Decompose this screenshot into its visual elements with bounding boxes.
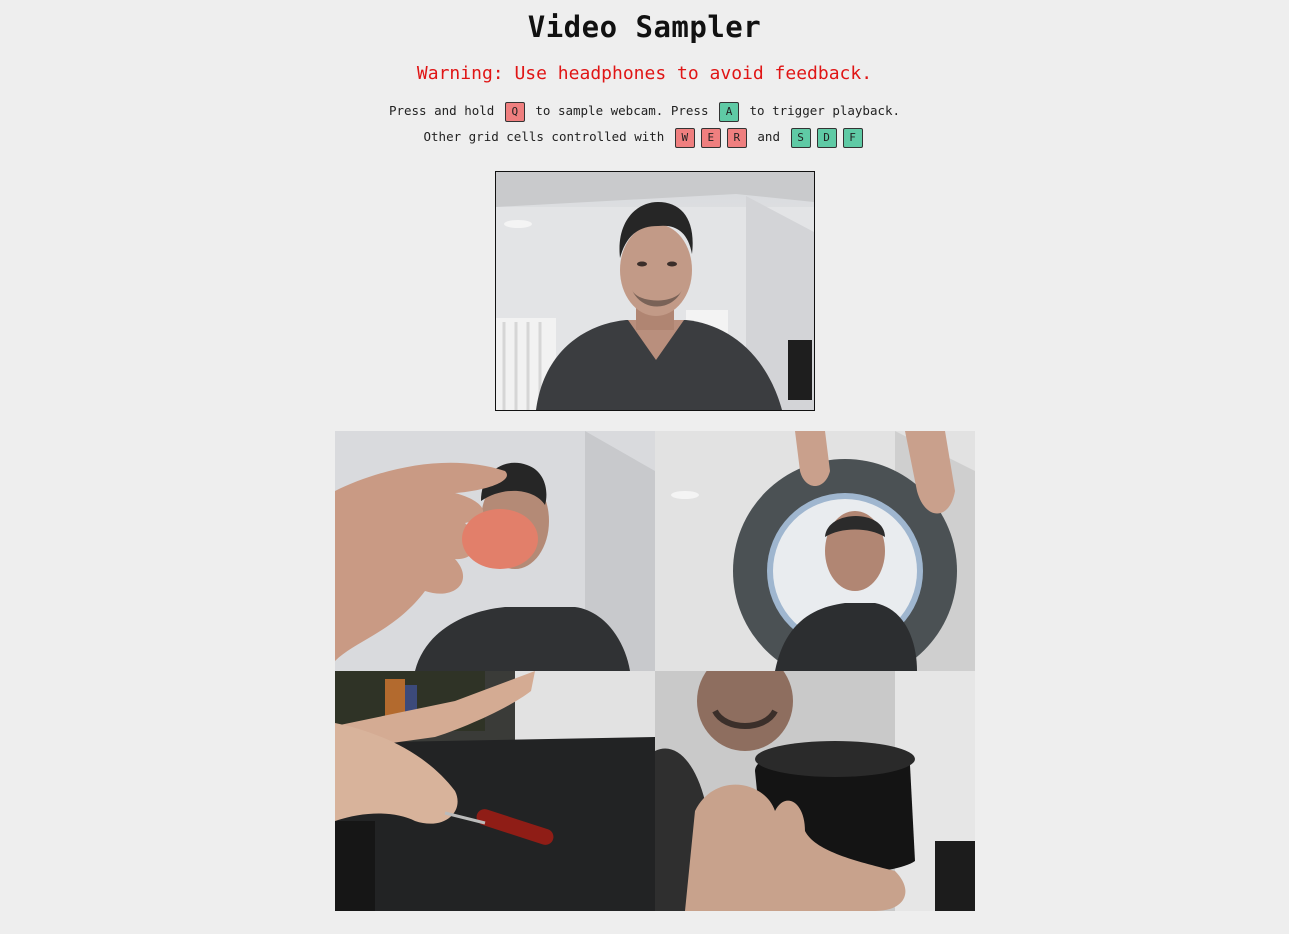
key-e-badge: E [700, 127, 721, 148]
key-r-badge: R [726, 127, 747, 148]
key-q-badge: Q [504, 101, 525, 122]
grid-cell-4 [655, 671, 975, 911]
instructions-line-1: Press and hold Q to sample webcam. Press… [0, 100, 1289, 122]
page-title: Video Sampler [527, 10, 762, 44]
key-f-badge: F [842, 127, 863, 148]
grid-cell-3-frame [335, 671, 655, 911]
instructions-line-2: Other grid cells controlled with WER and… [0, 126, 1289, 148]
video-sampler-page: Video Sampler Warning: Use headphones to… [0, 0, 1289, 934]
instruction-text: to trigger playback. [749, 103, 901, 118]
instruction-text: Press and hold [388, 103, 495, 118]
webcam-preview-image [496, 172, 814, 410]
grid-cell-1-frame [335, 431, 655, 671]
grid-cell-1 [335, 431, 655, 671]
grid-cell-2 [655, 431, 975, 671]
grid-cell-3 [335, 671, 655, 911]
grid-cell-4-frame [655, 671, 975, 911]
key-w-badge: W [674, 127, 695, 148]
key-d-badge: D [816, 127, 837, 148]
feedback-warning: Warning: Use headphones to avoid feedbac… [416, 63, 873, 84]
key-s-badge: S [790, 127, 811, 148]
instruction-text: and [757, 129, 780, 144]
key-a-badge: A [719, 101, 739, 122]
grid-cell-2-frame [655, 431, 975, 671]
instruction-text: to sample webcam. Press [535, 103, 709, 118]
instruction-text: Other grid cells controlled with [423, 129, 665, 144]
webcam-preview [495, 171, 815, 411]
sample-grid [335, 431, 975, 911]
